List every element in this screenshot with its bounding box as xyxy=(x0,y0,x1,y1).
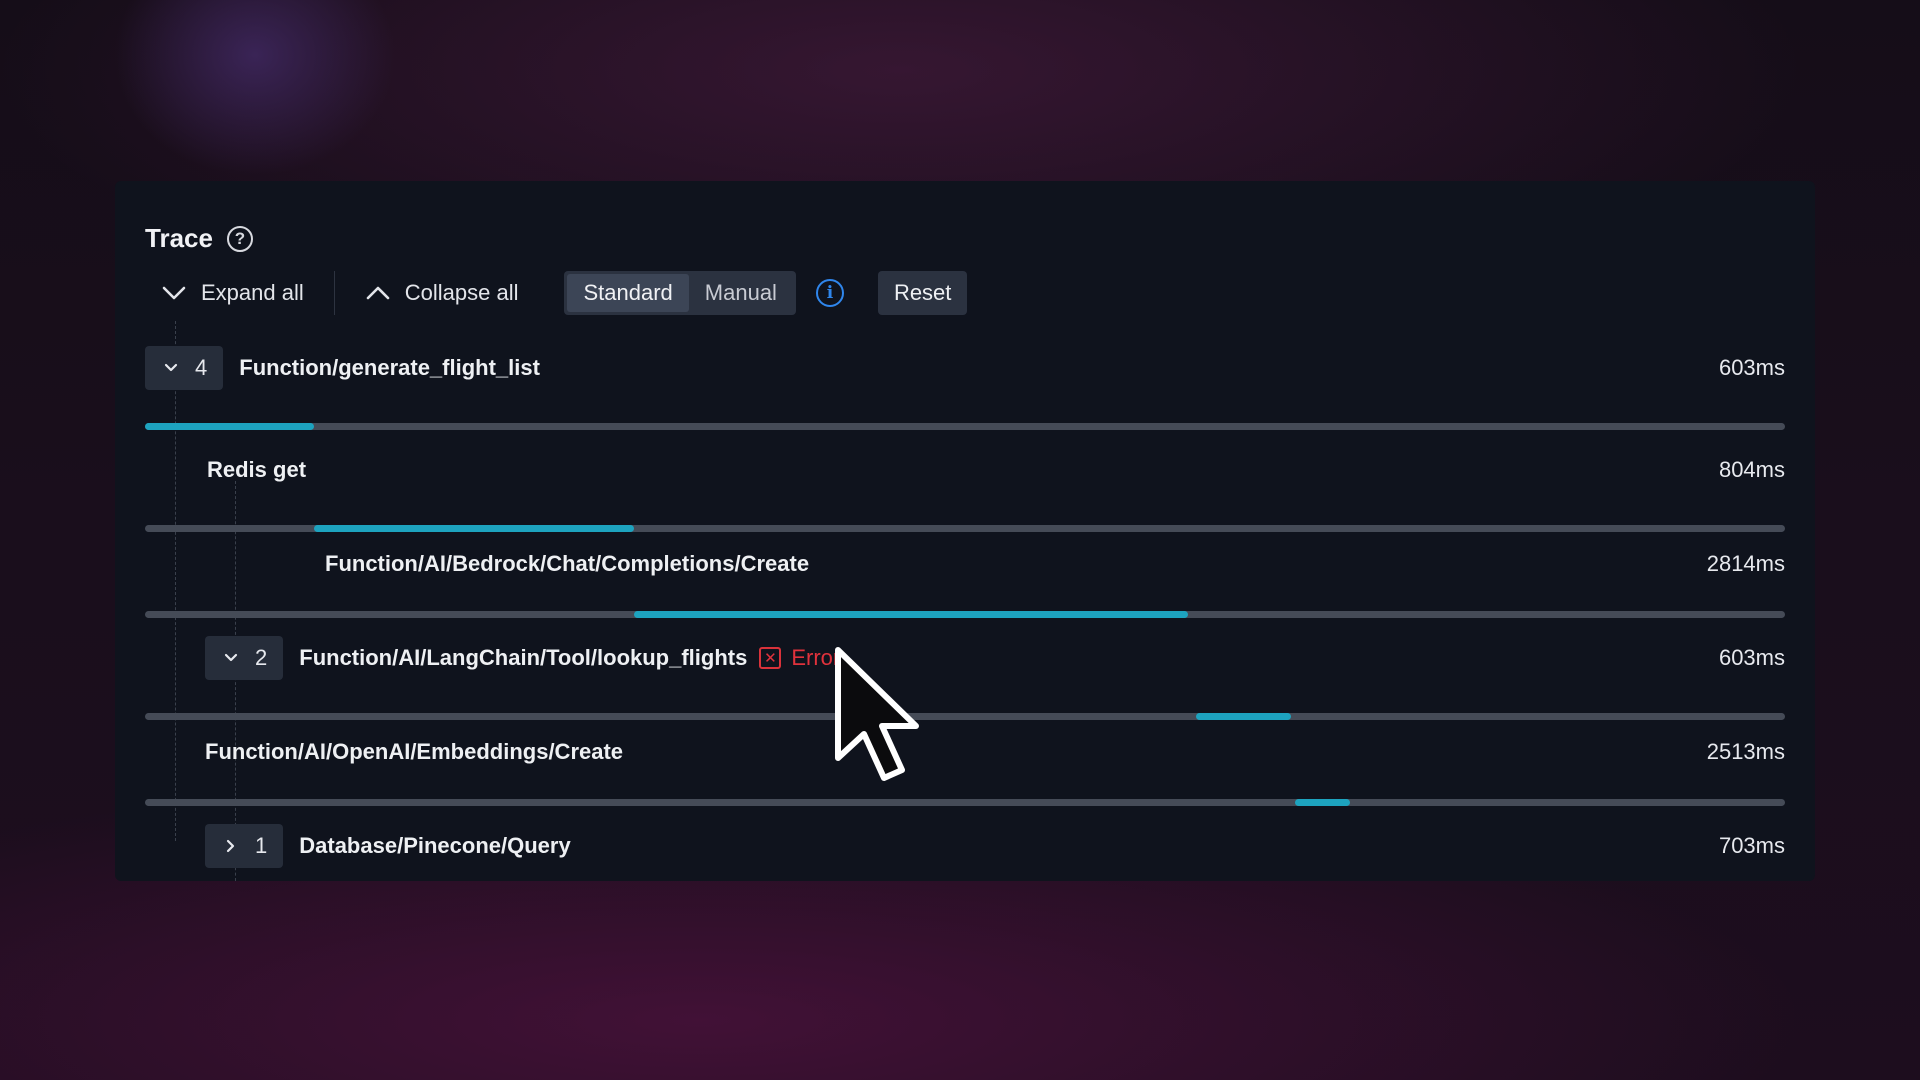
span-duration: 603ms xyxy=(1718,355,1785,380)
span-row[interactable]: Function/AI/Bedrock/Chat/Completions/Cre… xyxy=(145,542,1785,586)
trace-toolbar: Expand all Collapse all Standard Manual … xyxy=(145,271,968,315)
span-duration: 2814ms xyxy=(1706,551,1785,576)
span-duration: 2513ms xyxy=(1706,739,1785,764)
span-name: Function/AI/Bedrock/Chat/Completions/Cre… xyxy=(325,551,810,576)
span-row[interactable]: 2 Function/AI/LangChain/Tool/lookup_flig… xyxy=(145,636,1785,680)
span-timeline-track xyxy=(145,525,1785,532)
child-count: 2 xyxy=(255,645,268,670)
span-name: Function/generate_flight_list xyxy=(239,355,540,380)
span-row[interactable]: Redis get 804ms xyxy=(145,448,1785,492)
collapse-all-label: Collapse all xyxy=(404,280,519,305)
trace-title: Trace xyxy=(145,223,213,253)
span-toggle[interactable]: 1 xyxy=(205,824,284,868)
collapse-all-button[interactable]: Collapse all xyxy=(349,271,535,315)
span-timeline-track xyxy=(145,713,1785,720)
child-count: 1 xyxy=(255,833,268,858)
span-row[interactable]: Function/AI/OpenAI/Embeddings/Create 251… xyxy=(145,730,1785,774)
span-timeline-bar xyxy=(633,611,1189,618)
expand-all-button[interactable]: Expand all xyxy=(145,271,320,315)
chevron-right-icon xyxy=(226,839,235,853)
span-name: Database/Pinecone/Query xyxy=(299,833,571,858)
chevron-down-icon xyxy=(164,363,178,372)
span-timeline-bar xyxy=(313,525,634,532)
trace-header: Trace ? xyxy=(145,223,253,254)
chevron-down-icon xyxy=(224,653,238,662)
expand-all-label: Expand all xyxy=(201,280,304,305)
toolbar-divider xyxy=(333,271,335,315)
span-duration: 703ms xyxy=(1718,833,1785,858)
info-circle-icon[interactable]: i xyxy=(815,279,844,307)
span-duration: 804ms xyxy=(1718,457,1785,482)
span-timeline-track xyxy=(145,799,1785,806)
span-timeline-bar xyxy=(145,423,314,430)
help-circle-icon[interactable]: ? xyxy=(226,225,253,252)
span-row[interactable]: 1 Database/Pinecone/Query 703ms xyxy=(145,824,1785,868)
trace-panel: Trace ? Expand all Collapse all Standard… xyxy=(115,181,1815,881)
span-name: Function/AI/OpenAI/Embeddings/Create xyxy=(205,739,624,764)
span-name: Redis get xyxy=(207,457,307,482)
span-timeline-track xyxy=(145,423,1785,430)
span-toggle[interactable]: 2 xyxy=(205,636,284,680)
span-duration: 603ms xyxy=(1718,645,1785,670)
span-timeline-bar xyxy=(1294,799,1351,806)
span-name: Function/AI/LangChain/Tool/lookup_flight… xyxy=(299,645,748,670)
chevron-up-icon xyxy=(366,286,390,300)
view-mode-toggle: Standard Manual xyxy=(564,271,796,315)
child-count: 4 xyxy=(195,355,208,380)
reset-button[interactable]: Reset xyxy=(877,271,968,315)
mode-standard-button[interactable]: Standard xyxy=(567,274,689,312)
span-row[interactable]: 4 Function/generate_flight_list 603ms xyxy=(145,346,1785,390)
chevron-down-icon xyxy=(162,286,186,300)
span-toggle[interactable]: 4 xyxy=(145,346,224,390)
mouse-cursor-icon xyxy=(835,647,919,781)
error-x-icon: ✕ xyxy=(759,647,782,669)
span-timeline-bar xyxy=(1196,713,1292,720)
mode-manual-button[interactable]: Manual xyxy=(689,274,793,312)
span-timeline-track xyxy=(145,611,1785,618)
